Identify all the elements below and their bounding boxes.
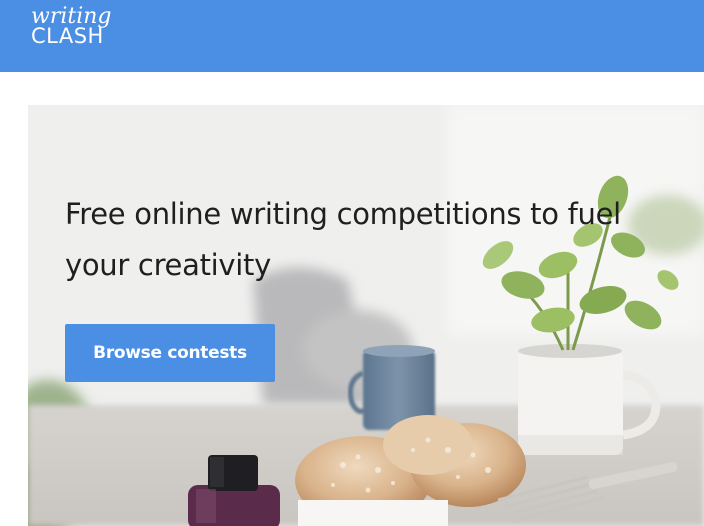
logo-clash-text: CLASH xyxy=(31,24,104,48)
site-header: writing CLASH xyxy=(0,0,704,72)
site-logo[interactable]: writing CLASH xyxy=(31,6,112,47)
hero-background-photo xyxy=(28,105,704,526)
browse-contests-button[interactable]: Browse contests xyxy=(65,324,275,382)
hero-headline: Free online writing competitions to fuel… xyxy=(65,197,621,282)
hero-section: Free online writing competitions to fuel… xyxy=(28,105,704,526)
